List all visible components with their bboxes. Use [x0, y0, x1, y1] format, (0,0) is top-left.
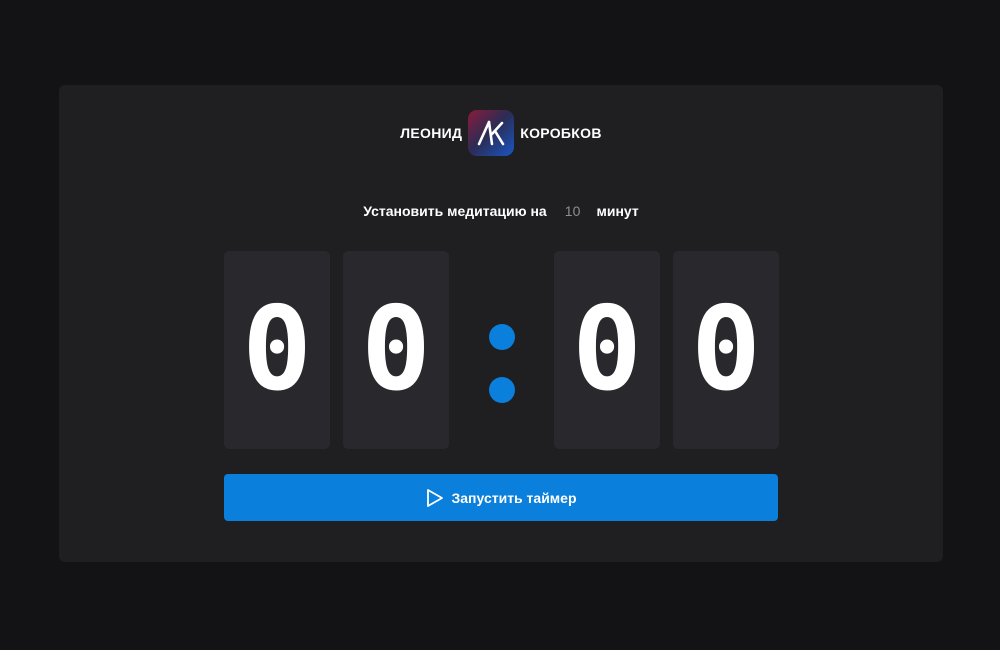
minutes-ones-digit: 0: [343, 251, 449, 449]
seconds-ones-digit: 0: [673, 251, 779, 449]
seconds-tens-digit: 0: [554, 251, 660, 449]
duration-prefix-label: Установить медитацию на: [363, 203, 547, 219]
colon-top-dot: [489, 324, 515, 350]
brand-header: ЛЕОНИД КОРОБКОВ: [59, 109, 943, 157]
minutes-tens-digit: 0: [224, 251, 330, 449]
duration-suffix-label: минут: [596, 203, 639, 219]
brand-last-name: КОРОБКОВ: [520, 125, 602, 141]
colon-bottom-dot: [489, 377, 515, 403]
timer-panel: ЛЕОНИД КОРОБКОВ Установить медитацию на …: [59, 85, 943, 562]
logo-monogram-icon: [477, 120, 505, 146]
minutes-input[interactable]: [556, 203, 589, 219]
meditation-duration-setting: Установить медитацию на минут: [59, 203, 943, 219]
play-icon: [426, 488, 444, 508]
brand-logo: [468, 110, 515, 156]
start-timer-label: Запустить таймер: [451, 489, 577, 506]
start-timer-button[interactable]: Запустить таймер: [224, 474, 778, 521]
brand-first-name: ЛЕОНИД: [400, 125, 463, 141]
